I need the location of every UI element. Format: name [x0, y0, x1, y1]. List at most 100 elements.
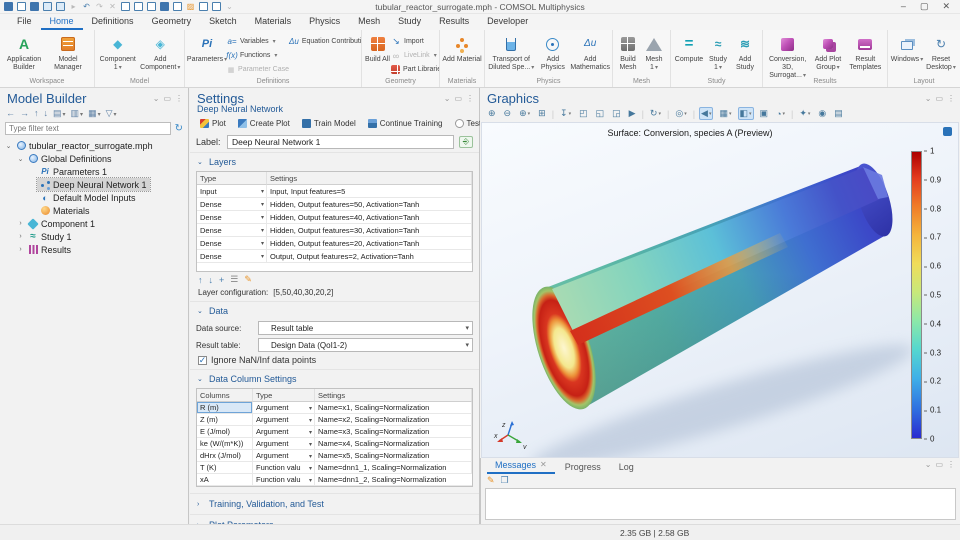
- add-mathematics-button[interactable]: Δu Add Mathematics: [570, 32, 610, 72]
- float-panel-icon[interactable]: ▭: [935, 94, 943, 103]
- print-icon[interactable]: ▤: [832, 107, 845, 120]
- panel-menu-icon[interactable]: ⌄: [153, 94, 160, 103]
- section-training-validation-test[interactable]: › Training, Validation, and Test: [190, 493, 479, 514]
- settings-gear-icon[interactable]: ✦▾: [797, 107, 812, 120]
- compute-button[interactable]: = Compute: [673, 32, 705, 64]
- zoom-select-icon[interactable]: [199, 2, 208, 11]
- add-material-button[interactable]: Add Material: [442, 32, 482, 64]
- column-settings-cell[interactable]: Name=x1, Scaling=Normalization: [315, 402, 472, 414]
- column-settings-cell[interactable]: Name=dnn1_1, Scaling=Normalization: [315, 462, 472, 474]
- move-up-icon[interactable]: ↑: [198, 275, 203, 285]
- panel-menu-icon[interactable]: ⌄: [925, 460, 932, 469]
- collapse-all-icon[interactable]: ▤▾: [53, 108, 66, 119]
- maximize-button[interactable]: ▢: [920, 1, 929, 12]
- tree-item-study-1[interactable]: › ≈Study 1: [0, 230, 188, 243]
- column-name-cell[interactable]: E (J/mol): [197, 426, 253, 438]
- expander-icon[interactable]: ›: [16, 220, 25, 227]
- zoom-box-icon[interactable]: [212, 2, 221, 11]
- equation-contributions-button[interactable]: ΔuEquation Contributions▾: [289, 36, 361, 47]
- layer-type-cell[interactable]: Dense: [197, 250, 267, 263]
- flip-view-icon[interactable]: ▶: [627, 107, 638, 120]
- redo-icon[interactable]: ↷: [95, 2, 104, 11]
- tree-item-results[interactable]: › Results: [0, 243, 188, 256]
- column-header[interactable]: Type: [197, 172, 267, 185]
- menu-home[interactable]: Home: [41, 14, 83, 30]
- section-data-column-settings[interactable]: ⌄ Data Column Settings: [190, 369, 479, 386]
- view-xy-icon[interactable]: ◰: [577, 107, 590, 120]
- clear-messages-icon[interactable]: ✎: [487, 475, 495, 486]
- physics-interface-button[interactable]: Transport of Diluted Spe...▾: [487, 32, 535, 72]
- hide-objects-icon[interactable]: ▦▾: [717, 107, 733, 120]
- panel-menu-icon[interactable]: ⌄: [925, 94, 932, 103]
- menu-file[interactable]: File: [8, 14, 41, 30]
- add-physics-button[interactable]: Add Physics: [535, 32, 570, 72]
- float-panel-icon[interactable]: ▭: [454, 94, 462, 103]
- column-type-cell[interactable]: Argument: [253, 414, 315, 426]
- tab-messages[interactable]: Messages✕: [487, 458, 555, 474]
- menu-mesh[interactable]: Mesh: [349, 14, 389, 30]
- column-name-cell[interactable]: T (K): [197, 462, 253, 474]
- add-component-button[interactable]: ◈ Add Component▾: [139, 32, 182, 72]
- study-1-button[interactable]: ≈ Study 1▾: [705, 32, 731, 72]
- column-type-cell[interactable]: Function valu: [253, 474, 315, 486]
- view-yz-icon[interactable]: ◱: [594, 107, 607, 120]
- column-name-cell[interactable]: ke (W/(m*K)): [197, 438, 253, 450]
- minimize-button[interactable]: –: [901, 1, 906, 12]
- plot-button[interactable]: Plot: [196, 117, 230, 130]
- layer-settings-cell[interactable]: Input, Input features=5: [267, 185, 472, 198]
- reactor-surface-plot[interactable]: [482, 123, 959, 458]
- column-type-cell[interactable]: Argument: [253, 438, 315, 450]
- zoom-out-icon[interactable]: ⊖: [502, 107, 514, 120]
- column-header[interactable]: Settings: [315, 389, 472, 402]
- menu-developer[interactable]: Developer: [478, 14, 537, 30]
- add-row-icon[interactable]: +: [219, 275, 224, 285]
- column-name-cell[interactable]: R (m): [197, 402, 253, 414]
- column-header[interactable]: Type: [253, 389, 315, 402]
- transparency-icon[interactable]: ◀▾: [699, 107, 713, 120]
- panel-options-icon[interactable]: ⋮: [947, 460, 955, 469]
- column-header[interactable]: Settings: [267, 172, 472, 185]
- layer-settings-cell[interactable]: Hidden, Output features=30, Activation=T…: [267, 224, 472, 237]
- menu-geometry[interactable]: Geometry: [143, 14, 201, 30]
- tree-item-materials[interactable]: Materials: [0, 204, 188, 217]
- new-file-icon[interactable]: [17, 2, 26, 11]
- import-button[interactable]: ↘Import: [391, 36, 437, 47]
- layer-type-cell[interactable]: Dense: [197, 237, 267, 250]
- customize-toolbar-icon[interactable]: ⌄: [225, 2, 234, 11]
- layers-table[interactable]: Type Settings Input Input, Input feature…: [196, 171, 473, 272]
- delete-row-icon[interactable]: ☰: [230, 274, 238, 285]
- move-up-icon[interactable]: ↑: [34, 108, 39, 118]
- expander-icon[interactable]: ⌄: [4, 142, 13, 150]
- column-name-cell[interactable]: xA: [197, 474, 253, 486]
- data-column-settings-table[interactable]: Columns Type Settings R (m) Argument Nam…: [196, 388, 473, 487]
- section-layers[interactable]: ⌄ Layers: [190, 152, 479, 169]
- panel-options-icon[interactable]: ⋮: [947, 94, 955, 103]
- part-libraries-button[interactable]: Part Libraries: [391, 64, 437, 75]
- close-tab-icon[interactable]: ✕: [540, 458, 547, 472]
- column-type-cell[interactable]: Argument: [253, 426, 315, 438]
- menu-study[interactable]: Study: [389, 14, 430, 30]
- forward-icon[interactable]: →: [20, 108, 29, 118]
- column-type-cell[interactable]: Function valu: [253, 462, 315, 474]
- expander-icon[interactable]: ›: [16, 246, 25, 253]
- column-type-cell[interactable]: Argument: [253, 402, 315, 414]
- layer-settings-cell[interactable]: Output, Output features=2, Activation=Ta…: [267, 250, 472, 263]
- rename-icon[interactable]: ⎆: [459, 136, 473, 148]
- create-plot-button[interactable]: Create Plot: [234, 117, 294, 130]
- copy-icon[interactable]: [121, 2, 130, 11]
- filter-icon[interactable]: ▽▾: [106, 108, 117, 119]
- float-panel-icon[interactable]: ▭: [935, 460, 943, 469]
- open-file-icon[interactable]: [30, 2, 39, 11]
- save-as-icon[interactable]: [56, 2, 65, 11]
- data-source-select[interactable]: Result table: [258, 321, 473, 335]
- result-table-select[interactable]: Design Data (QoI1-2): [258, 338, 473, 352]
- panel-menu-icon[interactable]: ⌄: [444, 94, 451, 103]
- windows-button[interactable]: Windows▾: [890, 32, 924, 64]
- tab-progress[interactable]: Progress: [557, 460, 609, 474]
- mesh-1-button[interactable]: Mesh 1▾: [641, 32, 667, 72]
- component-1-button[interactable]: ◆ Component 1▾: [97, 32, 139, 72]
- rotate-icon[interactable]: ↻▾: [648, 107, 663, 120]
- tab-log[interactable]: Log: [611, 460, 642, 474]
- scene-light-icon[interactable]: ◎▾: [673, 107, 688, 120]
- column-settings-cell[interactable]: Name=x5, Scaling=Normalization: [315, 450, 472, 462]
